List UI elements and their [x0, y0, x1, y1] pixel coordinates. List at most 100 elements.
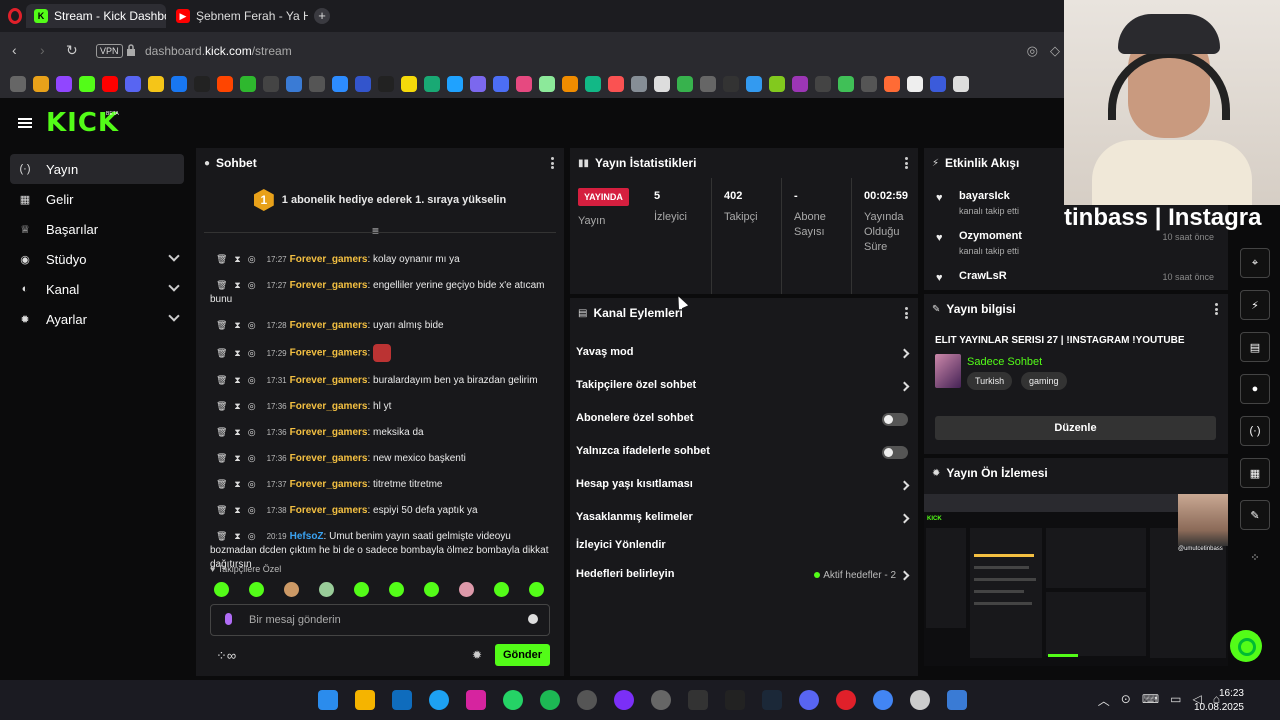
back-icon[interactable]: ‹: [12, 42, 17, 58]
bookmark-icon[interactable]: [194, 76, 210, 92]
bookmark-icon[interactable]: [56, 76, 72, 92]
bookmark-icon[interactable]: [907, 76, 923, 92]
chevron-down-icon[interactable]: [168, 250, 180, 262]
action-host-viewers[interactable]: İzleyici Yönlendir: [576, 539, 912, 559]
chat-message-list[interactable]: 🗑⧗◎ 17:27 Forever_gamers: kolay oynanır mı…: [210, 252, 550, 583]
bookmark-icon[interactable]: [608, 76, 624, 92]
chat-message[interactable]: 🗑⧗◎ 17:29 Forever_gamers:: [210, 344, 550, 362]
moderation-icons[interactable]: 🗑⧗◎: [216, 505, 263, 515]
moderation-icons[interactable]: 🗑⧗◎: [216, 375, 263, 385]
send-button[interactable]: Gönder: [495, 644, 550, 666]
chevron-down-icon[interactable]: [168, 280, 180, 292]
emote-icon[interactable]: [529, 582, 544, 597]
sidebar-item-revenue[interactable]: ▦ Gelir: [10, 184, 184, 214]
bookmark-icon[interactable]: [470, 76, 486, 92]
moderation-icons[interactable]: 🗑⧗◎: [216, 320, 263, 330]
app-icon[interactable]: [614, 690, 634, 710]
moderation-icons[interactable]: 🗑⧗◎: [216, 254, 263, 264]
chat-message[interactable]: 🗑⧗◎ 17:36 Forever_gamers: new mexico başke…: [210, 451, 550, 466]
bookmark-icon[interactable]: [240, 76, 256, 92]
vpn-badge[interactable]: VPN: [96, 44, 123, 58]
app-icon[interactable]: [910, 690, 930, 710]
moderation-icons[interactable]: 🗑⧗◎: [216, 453, 263, 463]
whatsapp-icon[interactable]: [503, 690, 523, 710]
emote-icon[interactable]: [354, 582, 369, 597]
moderation-icons[interactable]: 🗑⧗◎: [216, 348, 263, 358]
chat-message[interactable]: 🗑⧗◎ 17:36 Forever_gamers: hl yt: [210, 399, 550, 414]
chat-username[interactable]: Forever_gamers: [290, 320, 368, 331]
windows-start-icon[interactable]: [318, 690, 338, 710]
chat-extras-icon[interactable]: ⁘∞: [216, 648, 236, 664]
app-icon[interactable]: [947, 690, 967, 710]
chevron-down-icon[interactable]: [168, 310, 180, 322]
discord-icon[interactable]: [799, 690, 819, 710]
bookmark-icon[interactable]: [838, 76, 854, 92]
bookmark-icon[interactable]: [585, 76, 601, 92]
emote-icon[interactable]: [249, 582, 264, 597]
support-chat-button[interactable]: [1230, 630, 1262, 662]
chat-message[interactable]: 🗑⧗◎ 17:37 Forever_gamers: titretme titretm…: [210, 477, 550, 492]
gift-sub-banner[interactable]: 1 1 abonelik hediye ederek 1. sıraya yük…: [196, 178, 564, 222]
emoji-icon[interactable]: [528, 614, 538, 624]
bookmark-icon[interactable]: [102, 76, 118, 92]
reload-icon[interactable]: ↻: [66, 42, 78, 59]
shield-icon[interactable]: ◇: [1050, 43, 1060, 59]
broadcast-icon[interactable]: (·): [1240, 416, 1270, 446]
chat-message[interactable]: 🗑⧗◎ 17:31 Forever_gamers: buralardayım ben…: [210, 373, 550, 388]
chat-username[interactable]: Forever_gamers: [290, 479, 368, 490]
chat-username[interactable]: Forever_gamers: [290, 505, 368, 516]
bookmark-icon[interactable]: [677, 76, 693, 92]
bookmark-icon[interactable]: [792, 76, 808, 92]
outlook-icon[interactable]: [392, 690, 412, 710]
wrench-icon[interactable]: ✎: [1240, 500, 1270, 530]
bookmark-icon[interactable]: [562, 76, 578, 92]
actions-menu-icon[interactable]: [905, 307, 908, 319]
bookmark-icon[interactable]: [148, 76, 164, 92]
info-menu-icon[interactable]: [1215, 303, 1218, 315]
layout-icon[interactable]: ▦: [1240, 458, 1270, 488]
bookmark-icon[interactable]: [79, 76, 95, 92]
chat-message[interactable]: 🗑⧗◎ 17:27 Forever_gamers: engelliler yerin…: [210, 278, 550, 307]
chat-message[interactable]: 🗑⧗◎ 17:28 Forever_gamers: uyarı almış bide: [210, 318, 550, 333]
emote-icon[interactable]: [319, 582, 334, 597]
bookmark-icon[interactable]: [424, 76, 440, 92]
sidebar-item-channel[interactable]: ◐ Kanal: [10, 274, 184, 304]
tab-kick-dashboard[interactable]: K Stream - Kick Dashboard: [26, 4, 166, 28]
app-icon[interactable]: [577, 690, 597, 710]
new-tab-button[interactable]: +: [314, 8, 330, 24]
stats-menu-icon[interactable]: [905, 157, 908, 169]
sidebar-item-stream[interactable]: (·) Yayın: [10, 154, 184, 184]
action-banned-words[interactable]: Yasaklanmış kelimeler: [576, 511, 912, 531]
steam-icon[interactable]: [762, 690, 782, 710]
instagram-icon[interactable]: [466, 690, 486, 710]
bookmark-icon[interactable]: [286, 76, 302, 92]
action-account-age[interactable]: Hesap yaşı kısıtlaması: [576, 478, 912, 498]
bookmark-icon[interactable]: [447, 76, 463, 92]
bookmark-icon[interactable]: [401, 76, 417, 92]
url-field[interactable]: dashboard.kick.com/stream: [145, 44, 292, 58]
microphone-icon[interactable]: ⊙: [1121, 692, 1131, 709]
camera-icon[interactable]: ◎: [1027, 43, 1038, 59]
emote-icon[interactable]: [214, 582, 229, 597]
bookmark-icon[interactable]: [930, 76, 946, 92]
moderation-icons[interactable]: 🗑⧗◎: [216, 531, 263, 541]
bookmark-icon[interactable]: [217, 76, 233, 92]
bookmark-icon[interactable]: [884, 76, 900, 92]
opera-icon[interactable]: [836, 690, 856, 710]
bookmark-icon[interactable]: [953, 76, 969, 92]
bookmark-icon[interactable]: [861, 76, 877, 92]
stream-category[interactable]: Sadece Sohbet: [967, 356, 1042, 368]
emote-icon[interactable]: [424, 582, 439, 597]
action-followers-only[interactable]: Takipçilere özel sohbet: [576, 379, 912, 399]
chat-username[interactable]: Forever_gamers: [290, 453, 368, 464]
obs-icon[interactable]: [651, 690, 671, 710]
tab-youtube[interactable]: ▶ Şebnem Ferah - Ya He: [168, 4, 308, 28]
keyboard-icon[interactable]: ⌨: [1142, 692, 1159, 709]
chat-username[interactable]: Forever_gamers: [290, 254, 368, 265]
microphone-icon[interactable]: [225, 613, 232, 625]
action-slow-mode[interactable]: Yavaş mod: [576, 346, 912, 366]
bookmark-icon[interactable]: [493, 76, 509, 92]
menu-icon[interactable]: [18, 118, 32, 128]
chat-username[interactable]: Forever_gamers: [290, 375, 368, 386]
bookmark-icon[interactable]: [516, 76, 532, 92]
